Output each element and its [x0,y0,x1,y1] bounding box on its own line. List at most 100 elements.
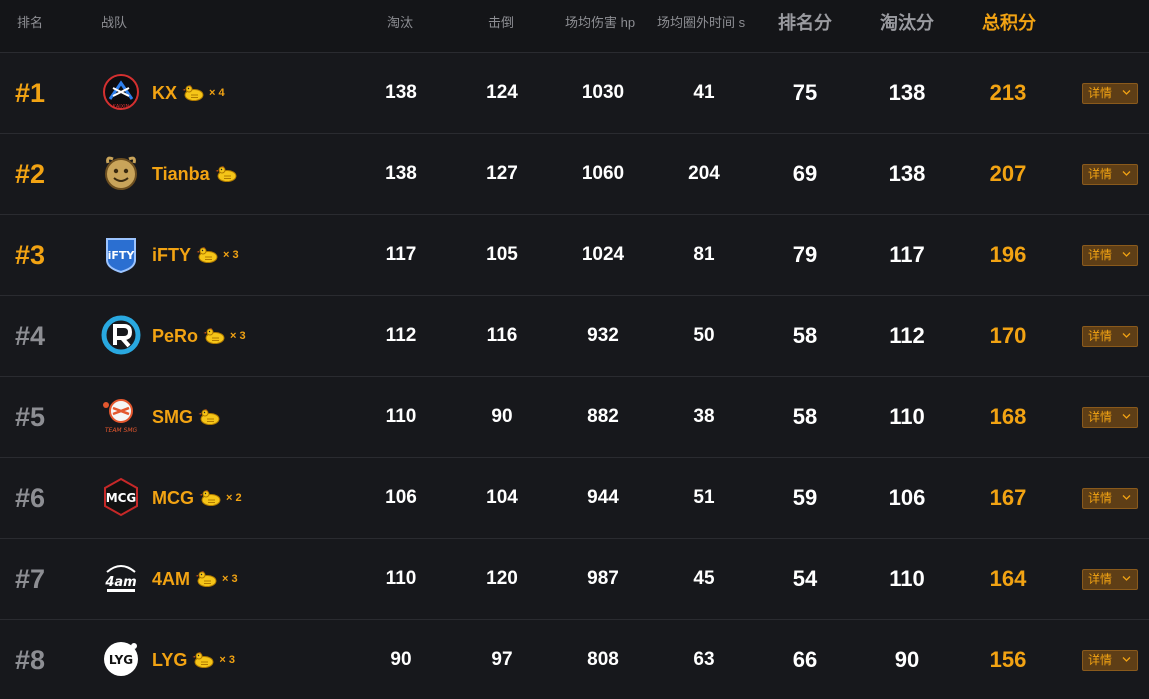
details-button[interactable]: 详情 [1082,245,1138,266]
rank-label: #5 [15,402,46,432]
cell-eliminations: 138 [385,163,417,184]
team-name: PeRo [152,326,199,346]
chicken-dinner-icon [191,652,215,668]
rank-label: #4 [15,321,46,351]
chicken-dinner-count: × 3 [222,573,238,585]
table-row: #2 Tianba 138 127 1060 204 69 138 207 详情 [0,134,1149,215]
team-name: Tianba [152,164,210,184]
cell-eliminations: 117 [385,244,417,265]
cell-avg-damage: 808 [587,649,619,670]
cell-knocks: 120 [486,568,518,589]
chicken-dinner-icon [197,409,221,425]
details-button[interactable]: 详情 [1082,164,1138,185]
header-avg-damage: 场均伤害 hp [565,15,636,30]
chicken-dinner-icon [194,571,218,587]
cell-eliminations: 106 [385,487,417,508]
details-button[interactable]: 详情 [1082,569,1138,590]
chevron-down-icon [1122,575,1131,582]
details-button[interactable]: 详情 [1082,83,1138,104]
details-label: 详情 [1088,491,1113,505]
chicken-dinner-count: × 3 [223,249,239,261]
cell-elimination-points: 110 [889,404,925,429]
svg-text:KAIXIN: KAIXIN [113,104,130,110]
cell-total-points: 170 [989,323,1027,348]
details-button[interactable]: 详情 [1082,326,1138,347]
cell-knocks: 97 [491,649,513,670]
svg-text:iFTY: iFTY [108,249,136,262]
cell-placement-points: 54 [792,566,818,591]
cell-placement-points: 66 [792,647,818,672]
details-label: 详情 [1088,572,1113,586]
details-button[interactable]: 详情 [1082,650,1138,671]
team-name: 4AM [152,569,191,589]
team-cell: iFTY × 3 [152,215,239,295]
team-logo: 4am [104,565,137,592]
team-name: iFTY [152,245,191,265]
cell-elimination-points: 90 [894,647,920,672]
cell-total-points: 164 [989,566,1027,591]
table-row: #4 PeRo × 3 112 116 932 50 58 112 170 详情 [0,296,1149,377]
cell-placement-points: 59 [792,485,818,510]
cell-total-points: 168 [989,404,1027,429]
chicken-dinner-count: × 3 [219,654,235,666]
cell-elimination-points: 106 [888,485,926,510]
team-logo [105,156,137,190]
team-logo [101,315,141,355]
team-cell: 4AM × 3 [152,539,238,619]
cell-avg-damage: 1030 [581,82,625,103]
chicken-dinner-count: × 3 [230,330,246,342]
cell-eliminations: 110 [385,406,417,427]
details-button[interactable]: 详情 [1082,488,1138,509]
details-label: 详情 [1088,653,1113,667]
cell-avg-damage: 944 [587,487,619,508]
svg-text:MCG: MCG [106,491,137,505]
team-cell: KX × 4 [152,53,225,133]
cell-knocks: 90 [491,406,513,427]
details-button[interactable]: 详情 [1082,407,1138,428]
table-row: #3 iFTY iFTY × 3 117 105 1024 81 79 117 196 详情 [0,215,1149,296]
table-row: #1 KAIXIN KX × 4 138 124 1030 41 75 138 213 详情 [0,53,1149,134]
cell-avg-outside-time: 41 [693,82,715,103]
cell-placement-points: 79 [792,242,818,267]
cell-placement-points: 75 [792,80,818,105]
cell-total-points: 213 [989,80,1027,105]
table-row: #6 MCG MCG × 2 106 104 944 51 59 106 167 详情 [0,458,1149,539]
table-row: #7 4am 4AM × 3 110 120 987 45 54 110 164 详情 [0,539,1149,620]
chicken-dinner-icon [181,85,205,101]
chicken-dinner-count: × 2 [226,492,242,504]
chevron-down-icon [1122,89,1131,96]
cell-elimination-points: 112 [889,323,925,348]
cell-avg-outside-time: 51 [693,487,715,508]
chevron-down-icon [1122,332,1131,339]
cell-elimination-points: 138 [888,80,926,105]
cell-knocks: 104 [486,487,518,508]
cell-avg-outside-time: 204 [688,163,720,184]
rank-label: #6 [15,483,46,513]
chicken-dinner-count: × 4 [209,87,225,99]
team-logo: iFTY [106,238,136,274]
team-name: KX [152,83,178,103]
cell-avg-damage: 1060 [581,163,625,184]
cell-total-points: 196 [989,242,1027,267]
cell-avg-damage: 932 [587,325,619,346]
svg-text:LYG: LYG [109,653,133,667]
cell-eliminations: 112 [385,325,417,346]
cell-placement-points: 69 [792,161,818,186]
chevron-down-icon [1122,170,1131,177]
svg-text:TEAM SMG: TEAM SMG [105,427,138,434]
team-cell: PeRo × 3 [152,296,246,376]
cell-total-points: 167 [989,485,1027,510]
cell-avg-outside-time: 63 [693,649,715,670]
details-label: 详情 [1088,86,1113,100]
team-name: SMG [152,407,194,427]
header-eliminations: 淘汰 [387,15,414,30]
chicken-dinner-icon [214,166,238,182]
cell-placement-points: 58 [792,404,818,429]
team-cell: LYG × 3 [152,620,235,699]
rank-label: #7 [15,564,46,594]
cell-knocks: 124 [486,82,518,103]
details-label: 详情 [1088,248,1113,262]
chevron-down-icon [1122,251,1131,258]
rank-label: #2 [15,159,46,189]
cell-avg-damage: 882 [587,406,619,427]
